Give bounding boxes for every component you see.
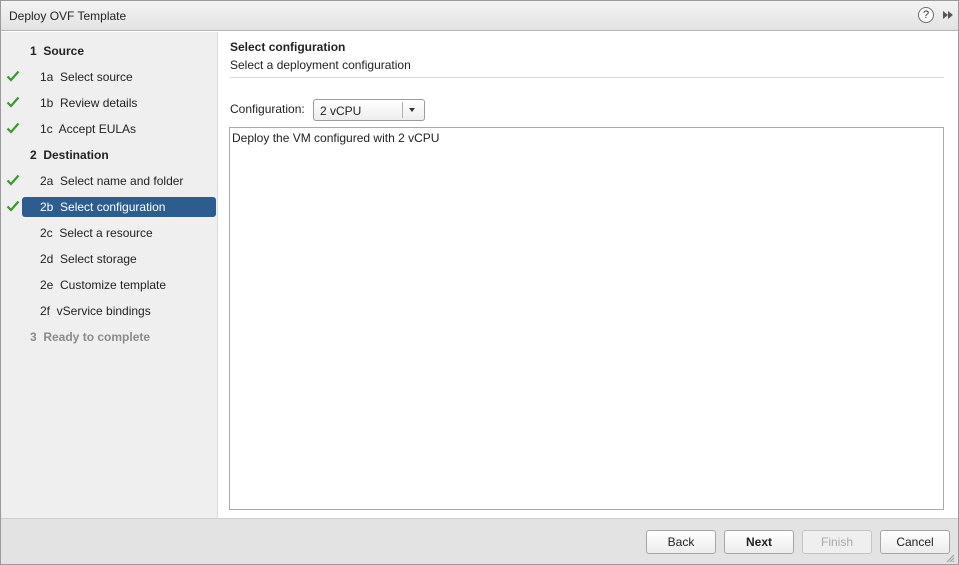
- next-button[interactable]: Next: [724, 530, 794, 554]
- checkmark-icon: [6, 122, 20, 134]
- cancel-button[interactable]: Cancel: [880, 530, 950, 554]
- divider: [230, 77, 944, 78]
- wizard-steps-sidebar: 1 Source 1a Select source 1b Review detail…: [1, 32, 218, 518]
- configuration-description-box[interactable]: Deploy the VM configured with 2 vCPU: [229, 127, 944, 510]
- checkmark-icon: [6, 174, 20, 186]
- wizard-step-2e[interactable]: 2e Customize template: [1, 275, 218, 295]
- page-subtitle: Select a deployment configuration: [230, 58, 411, 72]
- wizard-step-label: 1c Accept EULAs: [40, 122, 137, 136]
- wizard-step-2d[interactable]: 2d Select storage: [1, 249, 218, 269]
- wizard-step-label: 1a Select source: [40, 70, 133, 84]
- dialog-title: Deploy OVF Template: [9, 9, 127, 23]
- wizard-step-label: 1b Review details: [40, 96, 138, 110]
- checkmark-icon: [6, 200, 20, 212]
- double-chevron-right-icon[interactable]: [941, 8, 955, 22]
- title-bar: Deploy OVF Template ?: [1, 1, 958, 31]
- configuration-label: Configuration:: [230, 102, 305, 116]
- finish-button[interactable]: Finish: [802, 530, 872, 554]
- deploy-ovf-dialog: Deploy OVF Template ? 1 Source 1a Select …: [0, 0, 959, 565]
- wizard-step-2[interactable]: 2 Destination: [1, 145, 218, 165]
- wizard-step-label: 2d Select storage: [40, 252, 137, 266]
- chevron-down-icon: [409, 108, 415, 112]
- back-button[interactable]: Back: [646, 530, 716, 554]
- wizard-step-3: 3 Ready to complete: [1, 327, 218, 347]
- wizard-step-2c[interactable]: 2c Select a resource: [1, 223, 218, 243]
- wizard-step-label: 2c Select a resource: [40, 226, 153, 240]
- wizard-step-1c[interactable]: 1c Accept EULAs: [1, 119, 218, 139]
- wizard-step-1a[interactable]: 1a Select source: [1, 67, 218, 87]
- dropdown-divider: [402, 102, 403, 118]
- configuration-description: Deploy the VM configured with 2 vCPU: [232, 131, 440, 145]
- wizard-step-1b[interactable]: 1b Review details: [1, 93, 218, 113]
- button-bar: Back Next Finish Cancel: [1, 518, 958, 564]
- checkmark-icon: [6, 96, 20, 108]
- wizard-step-label: 3 Ready to complete: [30, 330, 151, 344]
- configuration-selected-value: 2 vCPU: [320, 104, 362, 118]
- wizard-step-2a[interactable]: 2a Select name and folder: [1, 171, 218, 191]
- main-panel: Select configuration Select a deployment…: [219, 32, 958, 518]
- wizard-step-label: 2 Destination: [30, 148, 109, 162]
- wizard-step-2f[interactable]: 2f vService bindings: [1, 301, 218, 321]
- wizard-step-label: 2e Customize template: [40, 278, 167, 292]
- wizard-step-label: 2b Select configuration: [40, 200, 166, 214]
- wizard-step-1[interactable]: 1 Source: [1, 41, 218, 61]
- wizard-step-label: 2a Select name and folder: [40, 174, 184, 188]
- checkmark-icon: [6, 70, 20, 82]
- page-title: Select configuration: [230, 40, 346, 54]
- resize-grip-icon[interactable]: [945, 553, 955, 563]
- wizard-step-label: 2f vService bindings: [40, 304, 151, 318]
- wizard-step-2b[interactable]: 2b Select configuration: [1, 197, 218, 217]
- configuration-dropdown[interactable]: 2 vCPU: [313, 99, 425, 121]
- help-icon[interactable]: ?: [918, 7, 934, 23]
- wizard-step-label: 1 Source: [30, 44, 85, 58]
